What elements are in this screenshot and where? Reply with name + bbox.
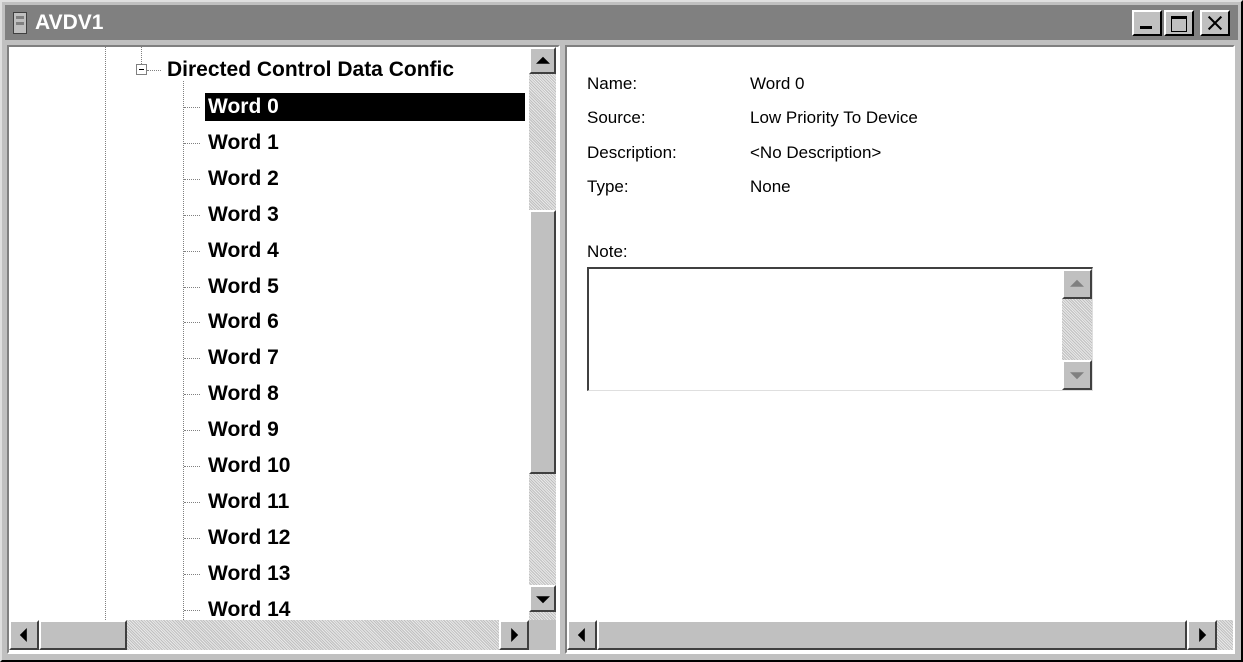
tree-guide-line (184, 358, 200, 359)
scrollbar-thumb[interactable] (39, 620, 127, 650)
window-title: AVDV1 (35, 11, 104, 34)
tree-node-word[interactable]: Word 5 (208, 273, 279, 301)
details-horizontal-scrollbar[interactable] (567, 620, 1233, 650)
tree-guide-line (184, 107, 200, 108)
title-bar[interactable]: AVDV1 (5, 5, 1238, 40)
details-pane: Name: Word 0 Source: Low Priority To Dev… (565, 45, 1235, 654)
note-label: Note: (587, 242, 628, 261)
tree-view[interactable]: Directed Control Data Confic Word 0 Word … (9, 47, 529, 620)
tree-guide-line (147, 70, 161, 71)
tree-node-word[interactable]: Word 11 (208, 488, 289, 516)
scrollbar-corner (529, 620, 556, 650)
tree-guide-line (184, 287, 200, 288)
tree-guide-line (184, 322, 200, 323)
tree-vertical-scrollbar[interactable] (529, 47, 556, 620)
tree-node-word[interactable]: Word 12 (208, 524, 290, 552)
note-vertical-scrollbar[interactable] (1062, 269, 1092, 390)
collapse-icon[interactable] (136, 64, 147, 75)
tree-horizontal-scrollbar[interactable] (9, 620, 529, 650)
scroll-down-button[interactable] (1062, 360, 1092, 390)
tree-node-word[interactable]: Word 14 (208, 596, 290, 620)
tree-guide-line (184, 538, 200, 539)
name-value: Word 0 (750, 74, 805, 93)
tree-node-word[interactable]: Word 1 (208, 129, 279, 157)
close-button[interactable] (1200, 10, 1230, 36)
scrollbar-thumb[interactable] (597, 620, 1187, 650)
description-label: Description: (587, 143, 677, 162)
app-window: AVDV1 Directed Control Data Confic Word … (0, 0, 1243, 662)
tree-guide-line (184, 251, 200, 252)
tree-node-directed-control-data[interactable]: Directed Control Data Confic (167, 56, 454, 84)
tree-node-word[interactable]: Word 10 (208, 452, 290, 480)
tree-node-word[interactable]: Word 9 (208, 416, 279, 444)
tree-node-word[interactable]: Word 0 (205, 93, 525, 121)
tree-guide-line (105, 47, 106, 620)
tree-guide-line (184, 394, 200, 395)
tree-node-word[interactable]: Word 3 (208, 201, 279, 229)
name-label: Name: (587, 74, 638, 93)
tree-node-word[interactable]: Word 4 (208, 237, 279, 265)
scroll-left-button[interactable] (9, 620, 39, 650)
scroll-up-button[interactable] (529, 47, 556, 74)
type-label: Type: (587, 177, 629, 196)
tree-node-word[interactable]: Word 7 (208, 344, 279, 372)
tree-node-word[interactable]: Word 6 (208, 308, 279, 336)
source-value: Low Priority To Device (750, 108, 918, 127)
type-value: None (750, 177, 791, 196)
scroll-right-button[interactable] (1187, 620, 1217, 650)
tree-guide-line (184, 574, 200, 575)
scroll-right-button[interactable] (499, 620, 529, 650)
minimize-button[interactable] (1132, 10, 1162, 36)
server-icon (13, 12, 27, 34)
note-textarea[interactable] (587, 267, 1093, 391)
tree-guide-line (184, 610, 200, 611)
tree-guide-line (184, 430, 200, 431)
tree-node-word[interactable]: Word 13 (208, 560, 290, 588)
tree-guide-line (184, 502, 200, 503)
tree-node-word[interactable]: Word 8 (208, 380, 279, 408)
tree-guide-line (184, 215, 200, 216)
description-value: <No Description> (750, 143, 882, 162)
tree-guide-line (184, 179, 200, 180)
maximize-button[interactable] (1164, 10, 1194, 36)
tree-guide-line (184, 466, 200, 467)
scroll-down-button[interactable] (529, 585, 556, 612)
scrollbar-thumb[interactable] (529, 210, 556, 474)
tree-node-word[interactable]: Word 2 (208, 165, 279, 193)
tree-guide-line (183, 81, 184, 620)
tree-pane[interactable]: Directed Control Data Confic Word 0 Word … (7, 45, 560, 654)
source-label: Source: (587, 108, 646, 127)
tree-guide-line (184, 143, 200, 144)
scroll-left-button[interactable] (567, 620, 597, 650)
tree-guide-line (141, 47, 142, 64)
scroll-up-button[interactable] (1062, 269, 1092, 299)
